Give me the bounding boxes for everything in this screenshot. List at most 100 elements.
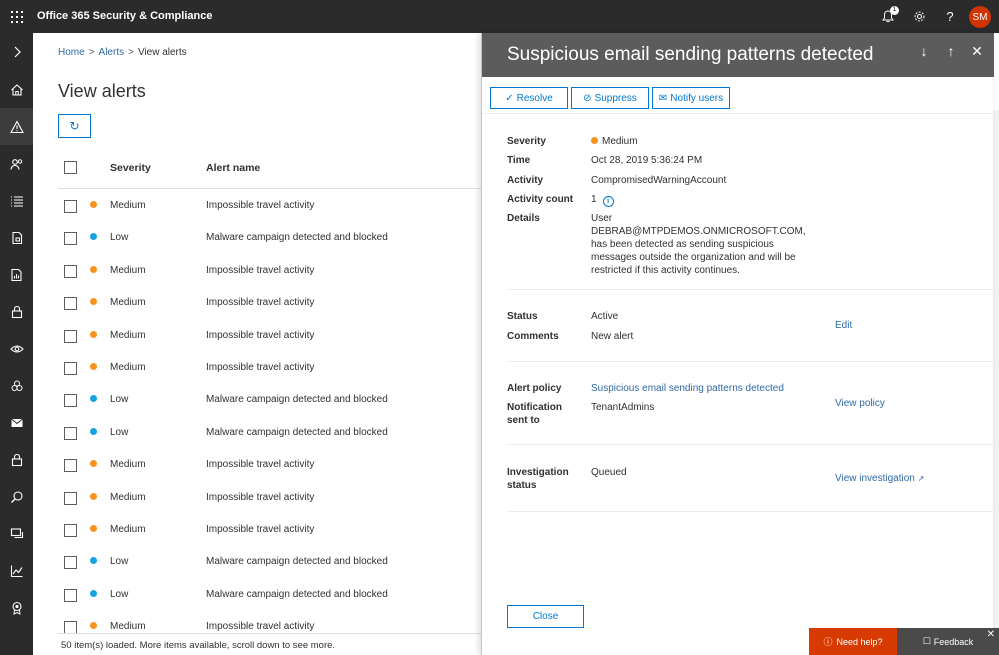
row-checkbox[interactable]: [64, 524, 77, 537]
home-icon: [10, 83, 23, 96]
alert-detail-panel: Suspicious email sending patterns detect…: [481, 33, 994, 655]
nav-home[interactable]: [0, 71, 33, 108]
table-row[interactable]: Low Malware campaign detected and blocked: [58, 546, 481, 578]
nav-data-privacy[interactable]: [0, 441, 33, 478]
view-investigation-link[interactable]: View investigation ↗: [835, 473, 924, 484]
notifications-button[interactable]: 1: [873, 0, 903, 33]
table-row[interactable]: Medium Impossible travel activity: [58, 320, 481, 352]
severity-dot: [90, 622, 97, 630]
table-row[interactable]: Medium Impossible travel activity: [58, 255, 481, 287]
table-row[interactable]: Medium Impossible travel activity: [58, 482, 481, 514]
previous-alert-button[interactable]: ↑: [942, 42, 960, 60]
status-value: Active: [591, 311, 619, 322]
nav-permissions[interactable]: [0, 145, 33, 182]
view-policy-link[interactable]: View policy: [835, 398, 885, 409]
table-row[interactable]: Medium Impossible travel activity: [58, 287, 481, 319]
row-severity: Medium: [110, 329, 146, 341]
row-checkbox[interactable]: [64, 297, 77, 311]
next-alert-button[interactable]: ↓: [915, 42, 933, 60]
row-checkbox[interactable]: [64, 362, 77, 375]
row-alert-name[interactable]: Impossible travel activity: [206, 265, 314, 276]
nav-classification[interactable]: [0, 182, 33, 219]
nav-mail-flow[interactable]: [0, 404, 33, 441]
row-checkbox[interactable]: [64, 264, 77, 278]
edit-status-link[interactable]: Edit: [835, 320, 852, 331]
row-checkbox[interactable]: [64, 556, 77, 570]
row-checkbox[interactable]: [64, 588, 77, 602]
row-alert-name[interactable]: Impossible travel activity: [206, 524, 314, 535]
notification-label: Notification sent to: [507, 402, 562, 426]
table-row[interactable]: Low Malware campaign detected and blocked: [58, 384, 481, 416]
nav-reports-chart[interactable]: [0, 552, 33, 589]
row-checkbox[interactable]: [64, 459, 77, 473]
status-label: Status: [507, 311, 538, 322]
row-alert-name[interactable]: Impossible travel activity: [206, 330, 314, 341]
close-help-bar-icon[interactable]: ✕: [987, 629, 995, 640]
resolve-button[interactable]: ✓ Resolve: [490, 87, 568, 109]
row-checkbox[interactable]: [64, 329, 77, 343]
close-button[interactable]: Close: [507, 605, 584, 628]
alert-policy-link[interactable]: Suspicious email sending patterns detect…: [591, 382, 784, 395]
chat-icon: [10, 527, 23, 538]
table-row[interactable]: Medium Impossible travel activity: [58, 190, 481, 222]
nav-supervision[interactable]: [0, 330, 33, 367]
settings-button[interactable]: [904, 0, 934, 33]
nav-service-trust[interactable]: [0, 589, 33, 626]
biohazard-icon: [11, 380, 22, 391]
table-row[interactable]: Medium Impossible travel activity: [58, 449, 481, 481]
row-alert-name[interactable]: Impossible travel activity: [206, 362, 314, 373]
top-bar: Office 365 Security & Compliance 1 ? SM: [0, 0, 999, 33]
app-launcher-button[interactable]: [0, 0, 33, 33]
table-row[interactable]: Low Malware campaign detected and blocked: [58, 579, 481, 611]
table-row[interactable]: Medium Impossible travel activity: [58, 611, 481, 643]
row-checkbox[interactable]: [64, 200, 77, 213]
time-label: Time: [507, 155, 531, 166]
table-row[interactable]: Medium Impossible travel activity: [58, 352, 481, 384]
lock-icon: [11, 453, 22, 466]
row-checkbox[interactable]: [64, 232, 77, 246]
breadcrumb-home[interactable]: Home: [58, 47, 85, 58]
row-alert-name[interactable]: Malware campaign detected and blocked: [206, 394, 388, 405]
row-alert-name[interactable]: Impossible travel activity: [206, 492, 314, 503]
row-alert-name[interactable]: Impossible travel activity: [206, 200, 314, 211]
row-alert-name[interactable]: Malware campaign detected and blocked: [206, 232, 388, 243]
feedback-button[interactable]: ☐ Feedback: [897, 628, 999, 655]
nav-data-loss-prevention[interactable]: [0, 219, 33, 256]
page-scrollbar[interactable]: [993, 110, 999, 655]
row-checkbox[interactable]: [64, 394, 77, 408]
row-alert-name[interactable]: Impossible travel activity: [206, 297, 314, 308]
row-checkbox[interactable]: [64, 426, 77, 440]
nav-alerts[interactable]: [0, 108, 33, 145]
row-alert-name[interactable]: Malware campaign detected and blocked: [206, 427, 388, 438]
expand-nav-button[interactable]: [0, 33, 33, 70]
help-bar: ⓘ Need help? ☐ Feedback ✕: [809, 628, 999, 655]
table-row[interactable]: Medium Impossible travel activity: [58, 514, 481, 546]
nav-service-assurance[interactable]: [0, 515, 33, 552]
column-header-severity[interactable]: Severity: [110, 162, 151, 174]
row-alert-name[interactable]: Impossible travel activity: [206, 621, 314, 632]
need-help-button[interactable]: ⓘ Need help?: [809, 628, 897, 655]
help-button[interactable]: ?: [935, 0, 965, 33]
comments-label: Comments: [507, 331, 559, 342]
column-header-alert-name[interactable]: Alert name: [206, 162, 260, 174]
close-panel-button[interactable]: ✕: [968, 42, 986, 60]
row-alert-name[interactable]: Malware campaign detected and blocked: [206, 589, 388, 600]
select-all-checkbox[interactable]: [64, 161, 77, 174]
nav-reports[interactable]: [0, 256, 33, 293]
app-title[interactable]: Office 365 Security & Compliance: [37, 10, 212, 22]
refresh-button[interactable]: ↻: [58, 114, 91, 138]
notify-users-button[interactable]: ✉ Notify users: [652, 87, 730, 109]
breadcrumb-alerts[interactable]: Alerts: [99, 47, 125, 58]
row-alert-name[interactable]: Impossible travel activity: [206, 459, 314, 470]
avatar[interactable]: SM: [969, 6, 991, 28]
nav-search[interactable]: [0, 478, 33, 515]
table-row[interactable]: Low Malware campaign detected and blocked: [58, 417, 481, 449]
info-icon[interactable]: i: [602, 196, 614, 207]
nav-threat-management[interactable]: [0, 367, 33, 404]
suppress-button[interactable]: ⊘ Suppress: [571, 87, 649, 109]
row-checkbox[interactable]: [64, 491, 77, 505]
row-alert-name[interactable]: Malware campaign detected and blocked: [206, 556, 388, 567]
alerts-list-pane: Home > Alerts > View alerts View alerts ↻ Se…: [33, 33, 481, 655]
table-row[interactable]: Low Malware campaign detected and blocked: [58, 222, 481, 254]
nav-governance[interactable]: [0, 293, 33, 330]
